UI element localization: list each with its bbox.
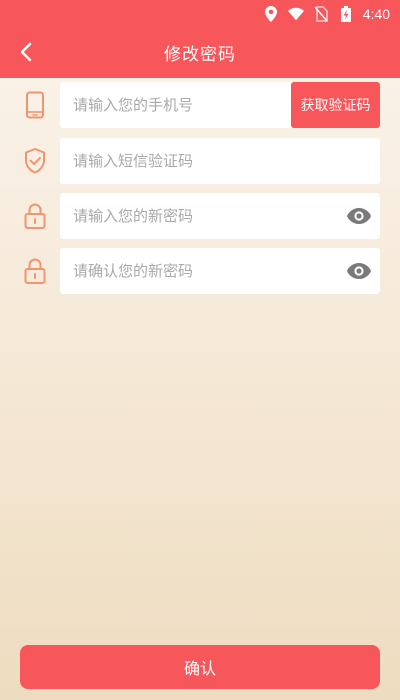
back-button[interactable] bbox=[12, 38, 40, 66]
confirm-password-input[interactable] bbox=[60, 248, 340, 294]
title-bar: 修改密码 bbox=[0, 28, 400, 76]
phone-icon bbox=[20, 90, 50, 120]
status-bar: 4:40 bbox=[0, 0, 400, 28]
eye-icon[interactable] bbox=[346, 204, 372, 228]
chevron-left-icon bbox=[20, 42, 32, 62]
wifi-icon bbox=[287, 6, 304, 22]
no-sim-icon bbox=[313, 6, 329, 22]
battery-charging-icon bbox=[338, 6, 354, 22]
status-time: 4:40 bbox=[362, 6, 390, 22]
eye-icon[interactable] bbox=[346, 259, 372, 283]
sms-code-field bbox=[60, 138, 380, 184]
confirm-password-field bbox=[60, 248, 380, 294]
location-icon bbox=[263, 6, 279, 22]
phone-input[interactable] bbox=[60, 82, 290, 128]
phone-row: 获取验证码 bbox=[0, 82, 400, 128]
get-code-button[interactable]: 获取验证码 bbox=[291, 82, 380, 128]
lock-icon bbox=[20, 256, 50, 286]
new-password-row bbox=[0, 193, 400, 239]
phone-field: 获取验证码 bbox=[60, 82, 380, 128]
page-title: 修改密码 bbox=[164, 44, 236, 65]
lock-icon bbox=[20, 201, 50, 231]
sms-code-row bbox=[0, 138, 400, 184]
new-password-field bbox=[60, 193, 380, 239]
sms-code-input[interactable] bbox=[60, 138, 380, 184]
app-header: 4:40 修改密码 bbox=[0, 0, 400, 78]
shield-check-icon bbox=[20, 146, 50, 176]
new-password-input[interactable] bbox=[60, 193, 340, 239]
confirm-button[interactable]: 确认 bbox=[20, 645, 380, 689]
confirm-password-row bbox=[0, 248, 400, 294]
